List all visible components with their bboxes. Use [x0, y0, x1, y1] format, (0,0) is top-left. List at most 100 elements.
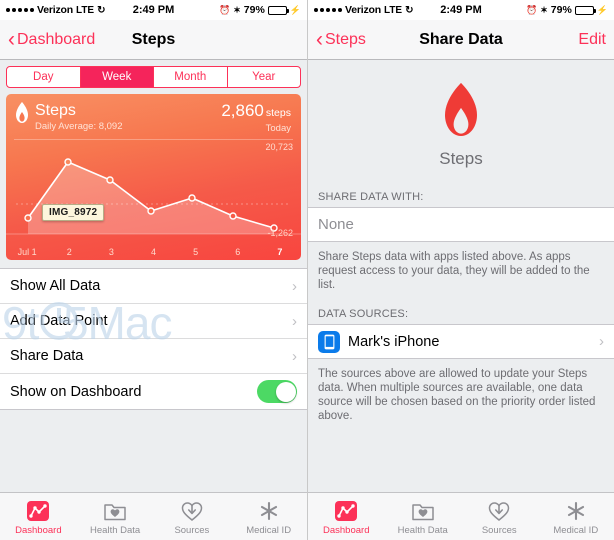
- hero-section: Steps: [308, 60, 614, 185]
- tab-bar[interactable]: Dashboard Health Data Sources Medical ID: [0, 492, 307, 540]
- dashboard-chart-icon: [0, 498, 77, 524]
- sync-icon: ↻: [405, 4, 414, 16]
- tab-label: Medical ID: [246, 524, 292, 536]
- steps-chart-card[interactable]: Steps Daily Average: 8,092 2,860 steps To…: [6, 94, 301, 260]
- tab-sources[interactable]: Sources: [154, 498, 231, 536]
- tab-label: Medical ID: [553, 524, 599, 536]
- segmented-control-container: Day Week Month Year: [0, 60, 307, 94]
- status-bar: Verizon LTE ↻ 2:49 PM ⏰ ✶ 79% ⚡: [0, 0, 307, 20]
- segment-week[interactable]: Week: [80, 67, 154, 87]
- battery-percent-label: 79%: [550, 4, 572, 16]
- tab-sources[interactable]: Sources: [461, 498, 538, 536]
- tab-dashboard[interactable]: Dashboard: [0, 498, 77, 536]
- network-type-label: LTE: [383, 4, 403, 16]
- chevron-right-icon: ›: [292, 277, 297, 295]
- battery-icon: [267, 5, 289, 15]
- heart-download-icon: [154, 498, 231, 524]
- tab-dashboard[interactable]: Dashboard: [308, 498, 385, 536]
- share-data-value-row[interactable]: None: [308, 207, 614, 242]
- row-share-data[interactable]: Share Data ›: [0, 339, 307, 374]
- row-label: Add Data Point: [10, 313, 108, 329]
- chart-axis-max: 20,723: [265, 142, 293, 152]
- back-button-label: Steps: [325, 30, 366, 48]
- status-bar-right: ⏰ ✶ 79% ⚡: [526, 4, 608, 16]
- chevron-right-icon: ›: [292, 347, 297, 365]
- steps-detail-screen: Verizon LTE ↻ 2:49 PM ⏰ ✶ 79% ⚡ ‹ Dashbo…: [0, 0, 307, 540]
- row-label: Show on Dashboard: [10, 383, 142, 400]
- share-data-footnote: Share Steps data with apps listed above.…: [308, 242, 614, 302]
- tab-medical-id[interactable]: Medical ID: [538, 498, 614, 536]
- status-bar: Verizon LTE ↻ 2:49 PM ⏰ ✶ 79% ⚡: [308, 0, 614, 20]
- segment-day[interactable]: Day: [7, 67, 81, 87]
- time-range-segmented-control[interactable]: Day Week Month Year: [6, 66, 301, 88]
- iphone-icon: [318, 330, 340, 353]
- steps-options-list: Show All Data › Add Data Point › Share D…: [0, 268, 307, 410]
- data-source-row[interactable]: Mark's iPhone ›: [308, 324, 614, 359]
- bluetooth-icon: ✶: [540, 4, 548, 15]
- tab-health-data[interactable]: Health Data: [385, 498, 462, 536]
- navigation-bar: ‹ Dashboard Steps: [0, 20, 307, 60]
- tab-label: Dashboard: [15, 524, 62, 536]
- tab-label: Health Data: [90, 524, 141, 536]
- data-sources-footnote: The sources above are allowed to update …: [308, 359, 614, 433]
- network-type-label: LTE: [75, 4, 95, 16]
- chart-annotation-tooltip: IMG_8972: [42, 204, 105, 221]
- x-tick-4: 5: [193, 247, 199, 257]
- x-tick-2: 3: [108, 247, 114, 257]
- chart-point: [106, 176, 114, 184]
- tab-health-data[interactable]: Health Data: [77, 498, 154, 536]
- row-add-data-point[interactable]: Add Data Point ›: [0, 304, 307, 339]
- back-button-dashboard[interactable]: ‹ Dashboard: [8, 29, 95, 50]
- carrier-label: Verizon: [37, 4, 73, 16]
- tab-bar[interactable]: Dashboard Health Data Sources Medical ID: [308, 492, 614, 540]
- share-data-screen: Verizon LTE ↻ 2:49 PM ⏰ ✶ 79% ⚡ ‹ Steps …: [307, 0, 614, 540]
- chart-point: [24, 214, 32, 222]
- battery-icon: [574, 5, 596, 15]
- page-title: Steps: [131, 30, 176, 48]
- show-on-dashboard-toggle[interactable]: [257, 380, 297, 403]
- chart-point: [64, 158, 72, 166]
- x-tick-5: 6: [235, 247, 241, 257]
- chart-x-axis: Jul 1 2 3 4 5 6 7: [6, 247, 301, 257]
- chart-area-fill: [28, 162, 274, 234]
- card-title: Steps: [35, 102, 76, 119]
- status-bar-left: Verizon LTE ↻: [6, 4, 106, 16]
- flame-icon: [445, 83, 477, 136]
- back-button-steps[interactable]: ‹ Steps: [316, 29, 366, 50]
- row-show-all-data[interactable]: Show All Data ›: [0, 269, 307, 304]
- clock-label: 2:49 PM: [132, 4, 175, 16]
- battery-percent-label: 79%: [243, 4, 265, 16]
- segment-month[interactable]: Month: [154, 67, 228, 87]
- lightning-bolt-icon: ⚡: [289, 4, 301, 15]
- chart-point: [147, 207, 155, 215]
- heart-download-icon: [461, 498, 538, 524]
- chart-axis-min: -1,262: [267, 228, 293, 238]
- card-value-group: 2,860 steps Today: [221, 102, 291, 135]
- data-source-label: Mark's iPhone: [348, 333, 440, 350]
- signal-strength-dots: [314, 8, 342, 12]
- page-title: Share Data: [419, 30, 503, 48]
- x-tick-1: 2: [66, 247, 72, 257]
- card-header: Steps Daily Average: 8,092 2,860 steps To…: [6, 94, 301, 134]
- tab-label: Health Data: [397, 524, 448, 536]
- lightning-bolt-icon: ⚡: [596, 4, 608, 15]
- card-value-caption: Today: [265, 123, 291, 134]
- segment-year[interactable]: Year: [228, 67, 301, 87]
- chevron-left-icon: ‹: [316, 28, 323, 51]
- card-title-group: Steps Daily Average: 8,092: [35, 102, 221, 134]
- share-data-value: None: [318, 216, 354, 233]
- status-bar-left: Verizon LTE ↻: [314, 4, 414, 16]
- carrier-label: Verizon: [345, 4, 381, 16]
- tab-label: Sources: [481, 524, 517, 536]
- tab-medical-id[interactable]: Medical ID: [230, 498, 307, 536]
- edit-button[interactable]: Edit: [578, 31, 606, 49]
- chart-point: [188, 194, 196, 202]
- hero-label: Steps: [439, 149, 483, 168]
- share-data-section-header: SHARE DATA WITH:: [308, 185, 614, 207]
- bluetooth-icon: ✶: [233, 4, 241, 15]
- sync-icon: ↻: [97, 4, 106, 16]
- tab-label: Sources: [174, 524, 210, 536]
- row-show-on-dashboard[interactable]: Show on Dashboard: [0, 374, 307, 409]
- alarm-icon: ⏰: [526, 4, 538, 15]
- x-tick-3: 4: [150, 247, 156, 257]
